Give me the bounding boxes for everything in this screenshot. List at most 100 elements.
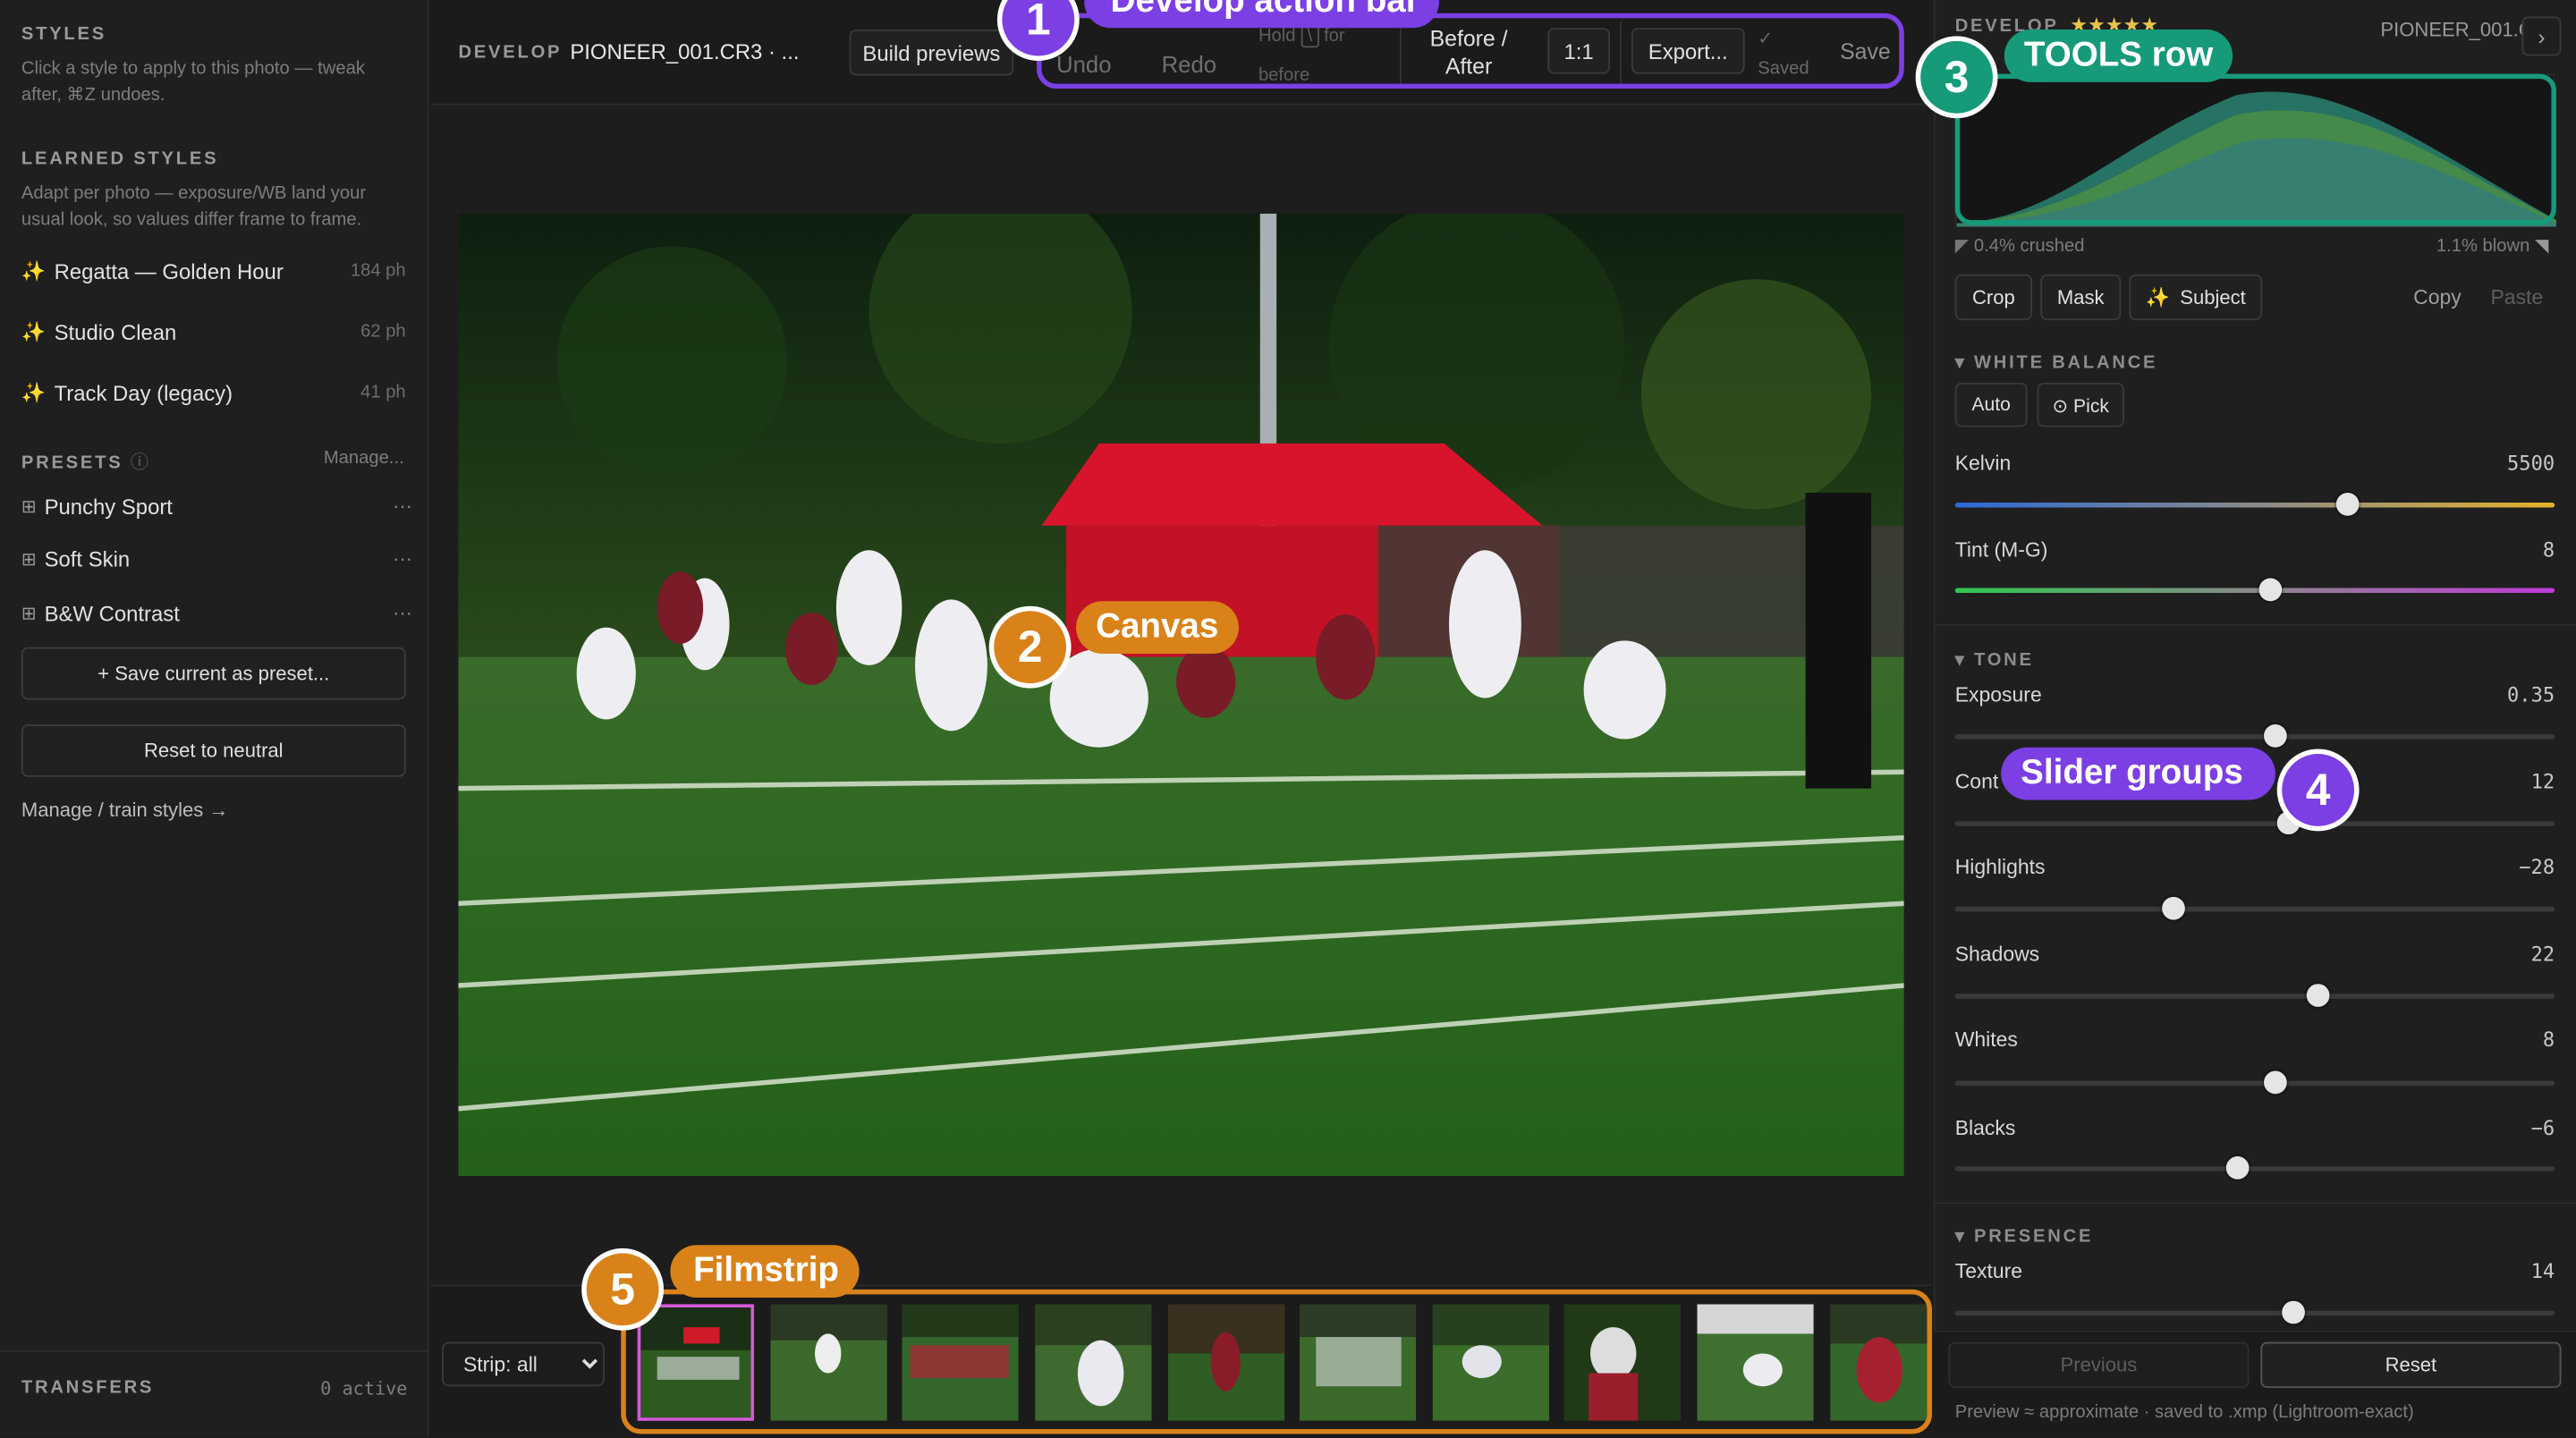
chevron-right-icon: › xyxy=(2538,23,2546,49)
highlight-clip-indicator[interactable]: 1.1% blown ◥ xyxy=(2436,235,2549,257)
previous-button[interactable]: Previous xyxy=(1948,1341,2250,1389)
next-photo-button[interactable]: › xyxy=(2521,16,2562,56)
callout-label: Filmstrip xyxy=(670,1245,860,1298)
divider xyxy=(0,1349,429,1352)
build-previews-button[interactable]: Build previews xyxy=(849,30,1014,76)
texture-label: Texture xyxy=(1954,1259,2023,1283)
wb-auto-button[interactable]: Auto xyxy=(1954,382,2028,427)
preset-item-punchy-sport[interactable]: ⊞ Punchy Sport ··· xyxy=(21,488,412,524)
transfers-heading: TRANSFERS xyxy=(21,1378,155,1399)
learned-style-studio[interactable]: ✨ Studio Clean 62 ph xyxy=(21,314,406,350)
preview-footnote: Preview ≈ approximate · saved to .xmp (L… xyxy=(1954,1402,2414,1423)
learned-style-name: Studio Clean xyxy=(54,319,177,344)
wb-pick-button[interactable]: ⊙ Pick xyxy=(2037,382,2124,427)
divider xyxy=(1933,623,2576,626)
styles-hint: Click a style to apply to this photo — t… xyxy=(21,59,365,106)
sparkle-icon: ✨ xyxy=(21,381,47,404)
kelvin-label: Kelvin xyxy=(1954,452,2012,475)
texture-value[interactable]: 14 xyxy=(2531,1260,2555,1283)
shadows-slider[interactable] xyxy=(1954,984,2555,1007)
preset-name: B&W Contrast xyxy=(44,600,180,625)
highlights-value[interactable]: −28 xyxy=(2519,856,2555,879)
highlights-slider[interactable] xyxy=(1954,896,2555,920)
learned-style-trackday[interactable]: ✨ Track Day (legacy) 41 ph xyxy=(21,375,406,410)
learned-style-name: Regatta — Golden Hour xyxy=(54,258,284,283)
slider-knob[interactable] xyxy=(2306,984,2330,1007)
preset-grid-icon: ⊞ xyxy=(21,549,37,570)
panel-file-name: PIONEER_001.C xyxy=(2380,18,2524,41)
file-name: PIONEER_001.CR3 · ... xyxy=(570,39,800,64)
tint-slider[interactable] xyxy=(1954,578,2555,602)
blown-stat: 1.1% blown xyxy=(2436,236,2530,257)
contrast-label: Cont xyxy=(1954,770,1999,794)
learned-style-regatta[interactable]: ✨ Regatta — Golden Hour 184 ph xyxy=(21,253,406,289)
exposure-value[interactable]: 0.35 xyxy=(2507,683,2555,706)
sparkle-icon: ✨ xyxy=(2145,285,2171,309)
crushed-stat: 0.4% crushed xyxy=(1973,236,2085,257)
texture-slider[interactable] xyxy=(1954,1300,2555,1324)
learned-styles-heading: LEARNED STYLES xyxy=(21,149,219,170)
exposure-label: Exposure xyxy=(1954,683,2042,706)
presets-heading: PRESETS ⓘ xyxy=(21,448,151,474)
photo-canvas[interactable] xyxy=(458,213,1904,1177)
more-icon[interactable]: ··· xyxy=(393,601,412,624)
info-icon[interactable]: ⓘ xyxy=(131,453,151,473)
reset-neutral-button[interactable]: Reset to neutral xyxy=(21,724,406,777)
reset-button[interactable]: Reset xyxy=(2260,1341,2562,1389)
crop-tool-button[interactable]: Crop xyxy=(1954,274,2033,321)
slider-knob[interactable] xyxy=(2335,493,2360,516)
whites-label: Whites xyxy=(1954,1028,2018,1052)
white-balance-heading[interactable]: ▾ WHITE BALANCE xyxy=(1955,351,2158,373)
subject-tool-button[interactable]: ✨ Subject xyxy=(2129,274,2263,321)
shadows-value[interactable]: 22 xyxy=(2531,943,2555,966)
callout-badge: 5 xyxy=(581,1248,665,1331)
mask-tool-button[interactable]: Mask xyxy=(2040,274,2122,321)
preset-name: Soft Skin xyxy=(44,546,131,571)
more-icon[interactable]: ··· xyxy=(393,495,412,518)
save-preset-button[interactable]: + Save current as preset... xyxy=(21,647,406,700)
learned-style-count: 41 ph xyxy=(360,382,406,403)
blacks-slider[interactable] xyxy=(1954,1156,2555,1180)
tint-label: Tint (M-G) xyxy=(1954,538,2048,563)
preset-item-bw-contrast[interactable]: ⊞ B&W Contrast ··· xyxy=(21,595,412,630)
more-icon[interactable]: ··· xyxy=(393,547,412,571)
presets-manage-link[interactable]: Manage... xyxy=(324,448,404,468)
manage-train-styles-link[interactable]: Manage / train styles → xyxy=(21,799,229,822)
preset-grid-icon: ⊞ xyxy=(21,604,37,624)
callout-label: Canvas xyxy=(1076,601,1239,655)
exposure-slider[interactable] xyxy=(1954,724,2555,748)
callout-frame-filmstrip xyxy=(621,1289,1933,1434)
tint-value[interactable]: 8 xyxy=(2543,538,2555,562)
tone-heading[interactable]: ▾ TONE xyxy=(1955,649,2034,670)
whites-slider[interactable] xyxy=(1954,1070,2555,1095)
shadow-clip-indicator[interactable]: ◤ 0.4% crushed xyxy=(1955,235,2085,257)
callout-label: Develop action bar xyxy=(1084,0,1439,29)
kelvin-value[interactable]: 5500 xyxy=(2507,452,2555,475)
strip-filter-select[interactable]: Strip: all xyxy=(442,1341,605,1387)
preset-name: Punchy Sport xyxy=(44,493,173,519)
preset-item-soft-skin[interactable]: ⊞ Soft Skin ··· xyxy=(21,540,412,576)
contrast-slider[interactable] xyxy=(1954,811,2555,835)
kelvin-slider[interactable] xyxy=(1954,493,2555,516)
highlights-label: Highlights xyxy=(1954,855,2046,879)
copy-settings-button[interactable]: Copy xyxy=(2413,286,2462,309)
learned-style-count: 184 ph xyxy=(350,261,406,282)
transfers-status: 0 active xyxy=(320,1378,408,1400)
learned-style-count: 62 ph xyxy=(360,322,406,343)
shadows-label: Shadows xyxy=(1954,943,2040,967)
contrast-value[interactable]: 12 xyxy=(2531,770,2555,793)
subject-label: Subject xyxy=(2180,285,2246,309)
callout-badge: 4 xyxy=(2276,749,2360,832)
presence-heading[interactable]: ▾ PRESENCE xyxy=(1955,1225,2093,1247)
sparkle-icon: ✨ xyxy=(21,259,47,283)
blacks-value[interactable]: −6 xyxy=(2531,1117,2555,1140)
mode-label: DEVELOP xyxy=(458,42,563,63)
callout-badge: 2 xyxy=(988,605,1072,689)
learned-styles-hint: Adapt per photo — exposure/WB land your … xyxy=(21,183,367,231)
paste-settings-button[interactable]: Paste xyxy=(2490,286,2543,309)
whites-value[interactable]: 8 xyxy=(2543,1028,2555,1052)
preset-grid-icon: ⊞ xyxy=(21,496,37,517)
callout-label: TOOLS row xyxy=(2004,30,2233,82)
slider-knob[interactable] xyxy=(2258,578,2282,602)
slider-knob[interactable] xyxy=(2224,1156,2249,1180)
